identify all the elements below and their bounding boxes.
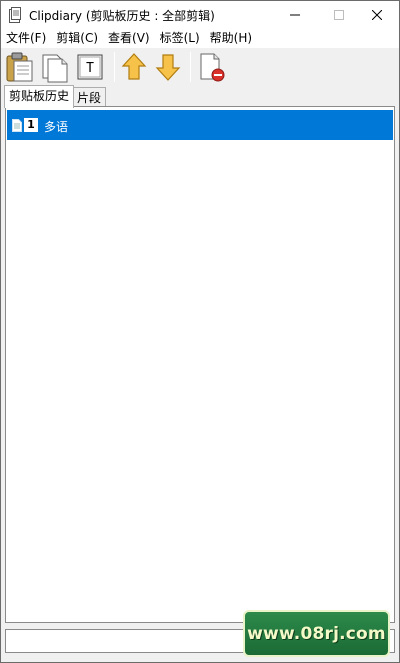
close-button[interactable] xyxy=(355,1,399,29)
row-index-badge: 1 xyxy=(24,118,38,132)
menu-file[interactable]: 文件(F) xyxy=(1,29,51,48)
paste-icon xyxy=(5,52,35,86)
delete-button[interactable] xyxy=(197,51,227,83)
move-down-button[interactable] xyxy=(153,51,183,83)
svg-text:T: T xyxy=(86,61,94,76)
window-title: Clipdiary (剪贴板历史 : 全部剪辑) xyxy=(29,9,215,23)
clip-list[interactable]: 1 多语 xyxy=(5,106,395,623)
app-window: Clipdiary (剪贴板历史 : 全部剪辑) 文件(F) 剪辑(C) 查看(… xyxy=(0,0,400,663)
watermark-text: www.08rj.com xyxy=(247,623,386,644)
site-watermark: www.08rj.com xyxy=(243,610,390,657)
menu-bar: 文件(F) 剪辑(C) 查看(V) 标签(L) 帮助(H) xyxy=(1,29,399,48)
menu-help[interactable]: 帮助(H) xyxy=(205,29,257,48)
move-up-button[interactable] xyxy=(119,51,149,83)
tab-strip: 剪贴板历史 片段 xyxy=(1,85,399,108)
row-text: 多语 xyxy=(44,120,69,134)
toolbar-separator xyxy=(190,52,191,82)
title-bar[interactable]: Clipdiary (剪贴板历史 : 全部剪辑) xyxy=(1,1,399,29)
copy-icon xyxy=(40,54,70,86)
tab-clipboard-history[interactable]: 剪贴板历史 xyxy=(4,85,75,108)
menu-view[interactable]: 查看(V) xyxy=(103,29,155,48)
toolbar: T xyxy=(1,48,399,85)
menu-labels[interactable]: 标签(L) xyxy=(155,29,205,48)
paste-button[interactable] xyxy=(5,51,35,83)
minimize-button[interactable] xyxy=(273,1,317,29)
copy-button[interactable] xyxy=(40,51,70,83)
toolbar-separator xyxy=(114,52,115,82)
list-item[interactable]: 1 多语 xyxy=(7,110,393,140)
arrow-down-icon xyxy=(153,54,183,86)
plain-text-button[interactable]: T xyxy=(75,51,105,83)
arrow-up-icon xyxy=(119,53,149,86)
plain-text-icon: T xyxy=(75,54,105,86)
delete-icon xyxy=(197,53,227,86)
document-icon xyxy=(12,119,22,132)
tab-snippets[interactable]: 片段 xyxy=(72,87,107,108)
clipdiary-app-icon xyxy=(9,7,21,23)
menu-clip[interactable]: 剪辑(C) xyxy=(51,29,103,48)
